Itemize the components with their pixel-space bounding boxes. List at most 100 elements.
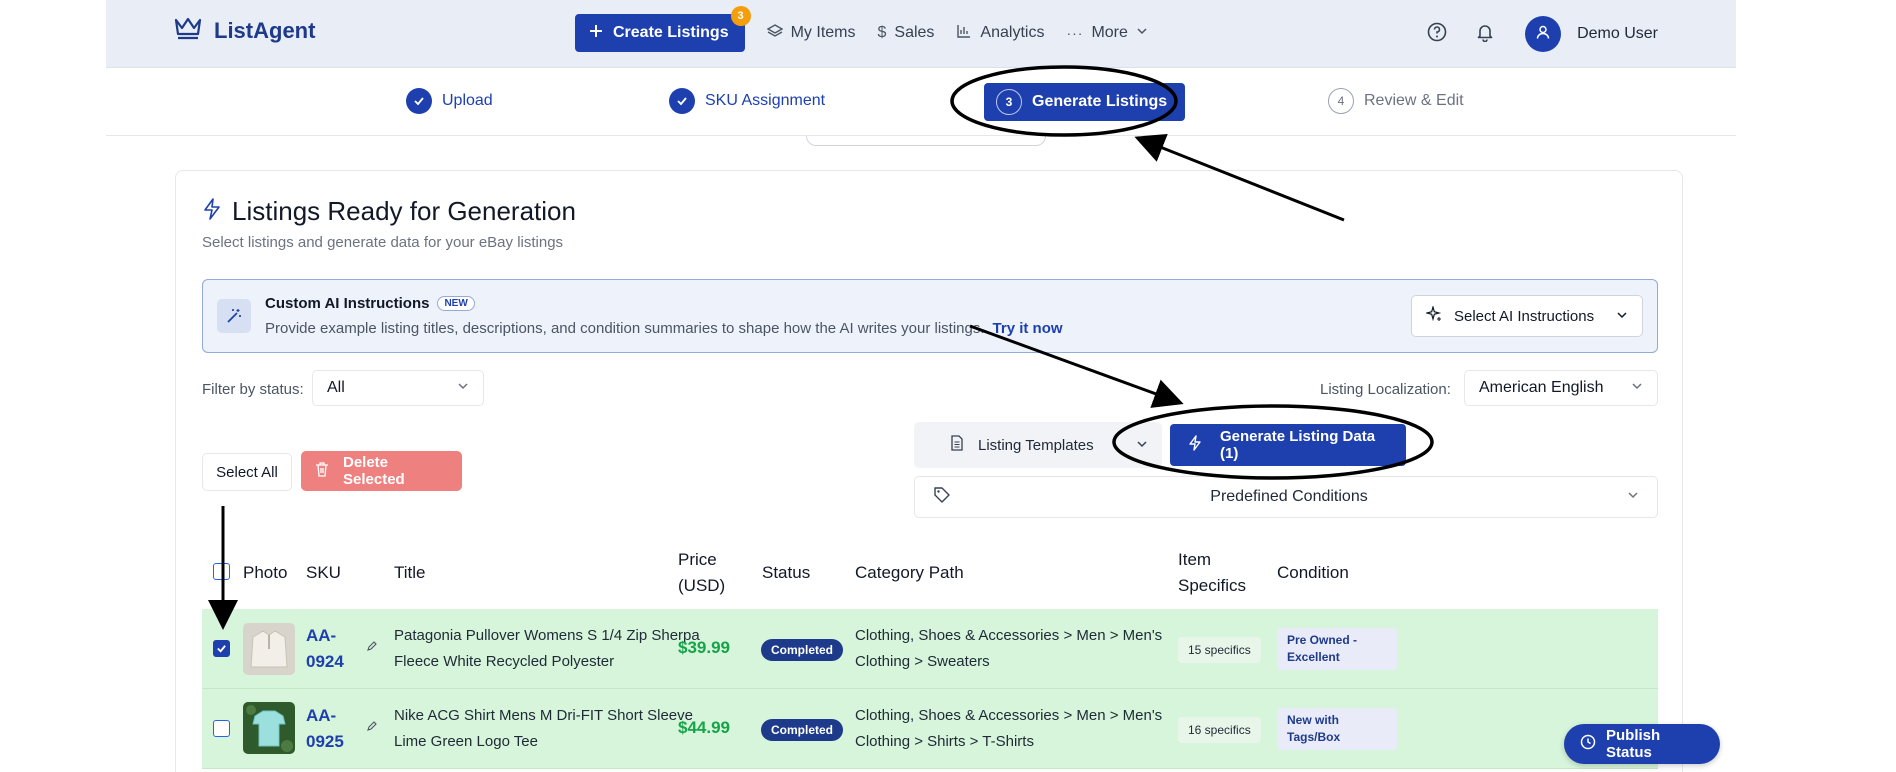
user-name[interactable]: Demo User (1577, 25, 1658, 43)
crown-icon (174, 16, 202, 45)
select-ai-instructions-dropdown[interactable]: Select AI Instructions (1411, 295, 1643, 337)
nav-sales[interactable]: $ Sales (877, 24, 934, 42)
pencil-icon[interactable] (366, 639, 378, 657)
localization-value: American English (1479, 379, 1604, 396)
select-all-button[interactable]: Select All (202, 453, 292, 491)
generate-label: Generate Listing Data (1) (1220, 428, 1376, 462)
bell-icon (1475, 22, 1495, 47)
specifics-badge[interactable]: 16 specifics (1178, 717, 1261, 743)
chevron-down-icon (1136, 437, 1148, 454)
predefined-conditions-select[interactable]: Predefined Conditions (914, 476, 1658, 518)
row-title: Nike ACG Shirt Mens M Dri-FIT Short Slee… (394, 707, 693, 750)
step-number: 3 (996, 89, 1022, 115)
help-icon (1427, 22, 1447, 47)
nav-more[interactable]: ··· More (1066, 24, 1147, 42)
help-button[interactable] (1417, 14, 1457, 54)
publish-status-button[interactable]: Publish Status (1564, 724, 1720, 764)
magic-wand-icon (217, 299, 251, 333)
col-status: Status (762, 563, 811, 582)
listing-templates-button[interactable]: Listing Templates (914, 422, 1162, 468)
item-photo[interactable] (243, 623, 295, 675)
item-photo[interactable] (243, 702, 295, 754)
nav-right: Demo User (1417, 14, 1658, 54)
nav-analytics[interactable]: Analytics (956, 23, 1044, 44)
trash-icon (315, 461, 329, 481)
col-title: Title (394, 563, 426, 582)
col-condition: Condition (1277, 563, 1349, 582)
delete-selected-button[interactable]: Delete Selected (301, 451, 462, 491)
top-nav: ListAgent Create Listings 3 My Items $ S… (106, 0, 1736, 68)
select-all-checkbox[interactable] (213, 563, 230, 580)
nav-my-items[interactable]: My Items (766, 23, 856, 44)
col-sku: SKU (306, 563, 341, 582)
step-review-edit[interactable]: 4 Review & Edit (1328, 88, 1464, 114)
progress-stepper: Upload SKU Assignment 3 Generate Listing… (106, 68, 1736, 136)
main-nav: Create Listings 3 My Items $ Sales Analy… (575, 6, 1148, 52)
row-checkbox[interactable] (213, 640, 230, 657)
brand-logo[interactable]: ListAgent (174, 16, 315, 45)
condition-badge[interactable]: New with Tags/Box (1277, 708, 1397, 750)
table-row[interactable]: AA-0925 Nike ACG Shirt Mens M Dri-FIT Sh… (202, 689, 1658, 769)
nav-my-items-label: My Items (790, 24, 856, 41)
check-icon (669, 88, 695, 114)
bar-chart-icon (956, 23, 972, 44)
nav-sales-label: Sales (894, 24, 935, 41)
page-title-text: Listings Ready for Generation (232, 196, 576, 226)
step-generate-listings[interactable]: 3 Generate Listings (984, 83, 1186, 121)
clock-icon (1580, 734, 1596, 754)
status-filter-select[interactable]: All (312, 370, 484, 406)
status-badge: Completed (761, 639, 844, 661)
sparkle-icon (1424, 304, 1442, 326)
dollar-icon: $ (877, 24, 887, 41)
avatar[interactable] (1525, 16, 1562, 52)
notifications-button[interactable] (1465, 14, 1505, 54)
ai-desc-text: Provide example listing titles, descript… (265, 320, 985, 337)
row-category: Clothing, Shoes & Accessories > Men > Me… (855, 707, 1163, 750)
try-it-now-link[interactable]: Try it now (993, 320, 1063, 337)
generate-listing-data-button[interactable]: Generate Listing Data (1) (1170, 424, 1406, 466)
chevron-down-icon (1631, 379, 1643, 397)
table-row[interactable]: AA-0924 Patagonia Pullover Womens S 1/4 … (202, 609, 1658, 689)
nav-more-label: More (1091, 24, 1128, 41)
row-sku[interactable]: AA-0924 (306, 623, 356, 675)
row-sku[interactable]: AA-0925 (306, 703, 356, 755)
step-sku-assignment-label: SKU Assignment (705, 92, 826, 109)
nav-analytics-label: Analytics (980, 24, 1045, 41)
step-review-edit-label: Review & Edit (1364, 92, 1464, 109)
create-listings-button[interactable]: Create Listings 3 (575, 6, 751, 52)
ai-instructions-description: Provide example listing titles, descript… (265, 320, 1063, 337)
document-icon (950, 435, 964, 455)
lightning-icon (202, 196, 222, 227)
page-title: Listings Ready for Generation (202, 196, 576, 227)
step-generate-listings-label: Generate Listings (1032, 93, 1168, 110)
col-photo: Photo (243, 563, 288, 582)
pencil-icon[interactable] (366, 719, 378, 737)
step-sku-assignment[interactable]: SKU Assignment (669, 88, 825, 114)
filter-status-label: Filter by status: (202, 381, 304, 398)
condition-badge[interactable]: Pre Owned - Excellent (1277, 628, 1397, 670)
chevron-down-icon (1136, 24, 1148, 42)
app-root: ListAgent Create Listings 3 My Items $ S… (106, 0, 1736, 772)
row-title: Patagonia Pullover Womens S 1/4 Zip Sher… (394, 627, 700, 670)
custom-ai-instructions-panel: Custom AI Instructions NEW Provide examp… (202, 279, 1658, 353)
col-price: Price (USD) (678, 550, 726, 595)
brand-name: ListAgent (214, 17, 316, 43)
chevron-down-icon (1616, 308, 1628, 325)
step-upload[interactable]: Upload (406, 88, 493, 114)
specifics-badge[interactable]: 15 specifics (1178, 637, 1261, 663)
check-icon (406, 88, 432, 114)
row-category: Clothing, Shoes & Accessories > Men > Me… (855, 627, 1163, 670)
localization-select[interactable]: American English (1464, 370, 1658, 406)
hidden-control-edge (806, 136, 1046, 146)
row-checkbox[interactable] (213, 720, 230, 737)
create-count-badge: 3 (730, 6, 751, 26)
chevron-down-icon (457, 379, 469, 397)
create-listings-label: Create Listings (613, 24, 729, 41)
status-badge: Completed (761, 719, 844, 741)
user-icon (1535, 24, 1551, 45)
ai-instructions-title: Custom AI Instructions NEW (265, 295, 475, 312)
page-subtitle: Select listings and generate data for yo… (202, 234, 564, 251)
select-ai-label: Select AI Instructions (1454, 307, 1595, 325)
localization-label: Listing Localization: (1320, 381, 1451, 398)
listing-templates-label: Listing Templates (978, 436, 1094, 454)
